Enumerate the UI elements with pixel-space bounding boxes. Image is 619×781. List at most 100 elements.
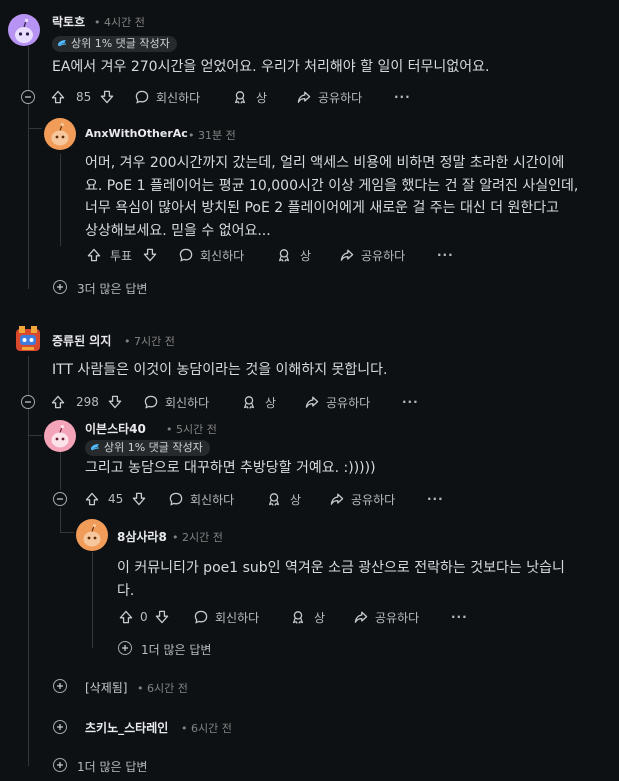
reply-bubble-icon (143, 394, 159, 410)
award-button[interactable]: 상 (266, 488, 301, 510)
comment-time: • 2시간 전 (172, 531, 223, 544)
more-options-icon[interactable]: ··· (451, 606, 468, 628)
more-replies-link[interactable]: 1더 많은 답변 (141, 641, 211, 658)
share-button[interactable]: 공유하다 (296, 86, 362, 108)
vote-group: 0 (118, 606, 170, 628)
more-replies-link[interactable]: 1더 많은 답변 (77, 758, 147, 775)
share-arrow-icon (296, 89, 312, 105)
award-icon (276, 247, 292, 263)
collapsed-comment-author[interactable]: 츠키노_스타레인 (85, 719, 168, 736)
award-button[interactable]: 상 (290, 606, 325, 628)
expand-plus-icon[interactable] (118, 641, 132, 655)
upvote-icon[interactable] (86, 247, 102, 263)
reply-button[interactable]: 회신하다 (134, 86, 200, 108)
reply-button[interactable]: 회신하다 (178, 244, 244, 266)
more-options-icon[interactable]: ··· (402, 391, 419, 413)
avatar[interactable] (76, 519, 108, 551)
reply-label: 회신하다 (165, 395, 210, 410)
thread-line-c5 (92, 552, 93, 648)
award-label: 상 (290, 492, 302, 507)
snoo-pink-avatar-icon (51, 425, 69, 448)
share-label: 공유하다 (375, 610, 420, 625)
share-button[interactable]: 공유하다 (353, 606, 419, 628)
vote-group: 298 (50, 391, 123, 413)
comment-body: EA에서 겨우 270시간을 얻었어요. 우리가 처리해야 할 일이 터무니없어… (52, 56, 592, 79)
vote-count: 45 (108, 492, 124, 506)
avatar[interactable] (12, 323, 44, 355)
downvote-icon[interactable] (154, 609, 170, 625)
upvote-icon[interactable] (50, 394, 66, 410)
more-options-icon[interactable]: ··· (394, 86, 411, 108)
vote-count: 298 (76, 395, 99, 409)
avatar[interactable] (8, 14, 40, 46)
share-label: 공유하다 (318, 90, 363, 105)
award-label: 상 (265, 395, 277, 410)
mascot-avatar-icon (16, 326, 40, 351)
collapsed-comment-author[interactable]: [삭제됨] (85, 679, 127, 696)
expand-plus-icon[interactable] (53, 280, 67, 294)
reply-button[interactable]: 회신하다 (143, 391, 209, 413)
reply-button[interactable]: 회신하다 (168, 488, 234, 510)
more-options-icon[interactable]: ··· (437, 244, 454, 266)
comment-author[interactable]: 이븐스타40 (85, 420, 146, 437)
share-button[interactable]: 공유하다 (339, 244, 405, 266)
badge-label: 상위 1% 댓글 작성자 (104, 441, 203, 454)
comment-line: 그리고 농담으로 대꾸하면 추방당할 거예요. :))))) (85, 460, 376, 476)
collapse-minus-icon[interactable] (21, 90, 35, 104)
share-button[interactable]: 공유하다 (329, 488, 395, 510)
comment-line: 요. PoE 1 플레이어는 평균 10,000시간 이상 게임을 했다는 건 … (85, 177, 579, 194)
expand-plus-icon[interactable] (53, 679, 67, 693)
comment-time: • 4시간 전 (94, 16, 145, 29)
award-button[interactable]: 상 (241, 391, 276, 413)
reply-button[interactable]: 회신하다 (193, 606, 259, 628)
thread-line-c4 (60, 450, 61, 490)
collapse-minus-icon[interactable] (53, 492, 67, 506)
thread-elbow-c1-c2 (28, 128, 42, 129)
comment-author[interactable]: 8삼사라8 (117, 528, 167, 545)
downvote-icon[interactable] (142, 247, 158, 263)
vote-label: 투표 (110, 248, 133, 263)
share-label: 공유하다 (351, 492, 396, 507)
avatar[interactable] (44, 118, 76, 150)
award-icon (232, 89, 248, 105)
share-button[interactable]: 공유하다 (304, 391, 370, 413)
comment-body: ITT 사람들은 이것이 농담이라는 것을 이해하지 못합니다. (52, 359, 592, 382)
comment-author[interactable]: 증류된 의지 (52, 332, 111, 349)
snoo-orange-avatar-icon (83, 524, 101, 547)
thread-elbow-c3-c4 (28, 435, 42, 436)
expand-plus-icon[interactable] (53, 758, 67, 772)
comment-author[interactable]: AnxWithOtherAc (85, 127, 188, 140)
downvote-icon[interactable] (131, 491, 147, 507)
comment-line: 상상해보세요. 믿을 수 없어요... (85, 222, 271, 239)
comment-author[interactable]: 락토흐 (52, 13, 85, 30)
downvote-icon[interactable] (107, 394, 123, 410)
expand-plus-icon[interactable] (53, 720, 67, 734)
reply-bubble-icon (193, 609, 209, 625)
comment-line: 어머, 겨우 200시간까지 갔는데, 얼리 액세스 비용에 비하면 정말 초라… (85, 155, 565, 171)
reply-label: 회신하다 (190, 492, 235, 507)
comment-time: • 6시간 전 (181, 722, 232, 735)
avatar[interactable] (44, 420, 76, 452)
vote-count: 0 (140, 610, 148, 624)
more-options-icon[interactable]: ··· (427, 488, 444, 510)
comment-body: 어머, 겨우 200시간까지 갔는데, 얼리 액세스 비용에 비하면 정말 초라… (85, 152, 605, 242)
upvote-icon[interactable] (118, 609, 134, 625)
collapse-minus-icon[interactable] (21, 395, 35, 409)
upvote-icon[interactable] (84, 491, 100, 507)
award-button[interactable]: 상 (232, 86, 267, 108)
top-commenter-badge: 상위 1% 댓글 작성자 (85, 440, 210, 456)
more-replies-link[interactable]: 3더 많은 답변 (77, 280, 147, 297)
vote-count: 85 (76, 90, 92, 104)
comment-line: EA에서 겨우 270시간을 얻었어요. 우리가 처리해야 할 일이 터무니없어… (52, 59, 490, 75)
award-button[interactable]: 상 (276, 244, 311, 266)
comment-line: ITT 사람들은 이것이 농담이라는 것을 이해하지 못합니다. (52, 362, 388, 378)
share-arrow-icon (353, 609, 369, 625)
share-arrow-icon (329, 491, 345, 507)
upvote-icon[interactable] (50, 89, 66, 105)
vote-group: 85 (50, 86, 115, 108)
badge-icon (57, 38, 67, 48)
downvote-icon[interactable] (99, 89, 115, 105)
award-icon (290, 609, 306, 625)
badge-icon (90, 442, 100, 452)
comment-body: 이 커뮤니티가 poe1 sub인 역겨운 소금 광산으로 전락하는 것보다는 … (117, 557, 607, 602)
